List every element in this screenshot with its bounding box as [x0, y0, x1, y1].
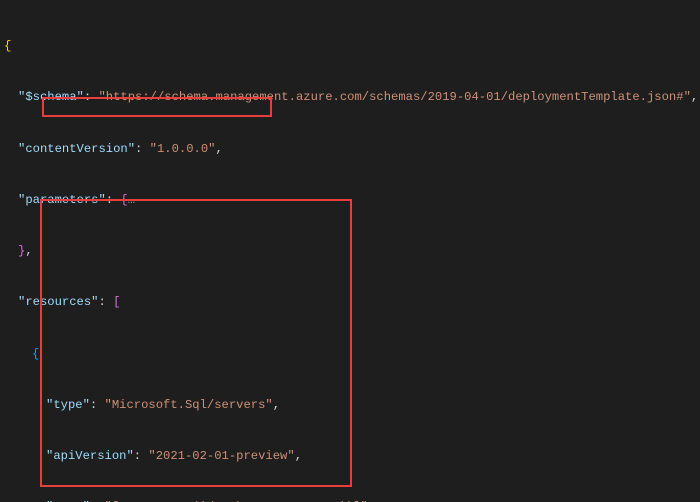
json-key: "parameters" — [18, 193, 106, 207]
brace-open: { — [4, 39, 11, 53]
json-key: "resources" — [18, 295, 98, 309]
json-string: "2021-02-01-preview" — [148, 449, 294, 463]
code-line: "resources": [ — [4, 294, 692, 311]
code-line: { — [4, 38, 692, 55]
code-editor: { "$schema": "https://schema.management.… — [0, 0, 700, 502]
code-line: "$schema": "https://schema.management.az… — [4, 89, 692, 106]
code-line: { — [4, 346, 692, 363]
code-line: "parameters": {… — [4, 192, 692, 209]
fold-icon[interactable]: … — [128, 193, 135, 207]
json-string: "https://schema.management.azure.com/sch… — [98, 90, 690, 104]
code-line: "contentVersion": "1.0.0.0", — [4, 141, 692, 158]
json-key: "type" — [46, 398, 90, 412]
json-string: "Microsoft.Sql/servers" — [105, 398, 273, 412]
code-line: }, — [4, 243, 692, 260]
code-line: "apiVersion": "2021-02-01-preview", — [4, 448, 692, 465]
code-line: "type": "Microsoft.Sql/servers", — [4, 397, 692, 414]
json-key: "$schema" — [18, 90, 84, 104]
json-key: "apiVersion" — [46, 449, 134, 463]
json-key: "contentVersion" — [18, 142, 135, 156]
json-string: "1.0.0.0" — [150, 142, 216, 156]
